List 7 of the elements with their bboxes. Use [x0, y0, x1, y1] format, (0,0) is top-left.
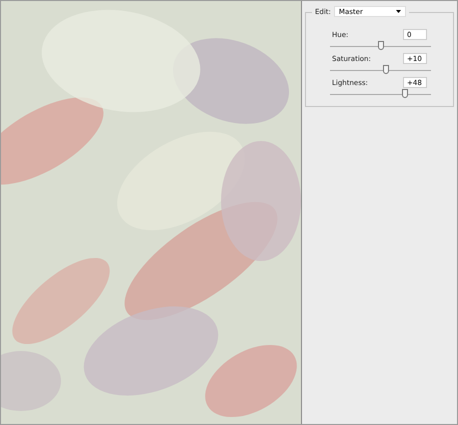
- slider-track[interactable]: [330, 89, 431, 99]
- slider-track[interactable]: [330, 65, 431, 75]
- slider-thumb[interactable]: [382, 65, 389, 74]
- slider-track[interactable]: [330, 41, 431, 51]
- slider-thumb[interactable]: [402, 89, 408, 98]
- slider-thumb[interactable]: [378, 41, 384, 50]
- caret-icon: [396, 10, 401, 13]
